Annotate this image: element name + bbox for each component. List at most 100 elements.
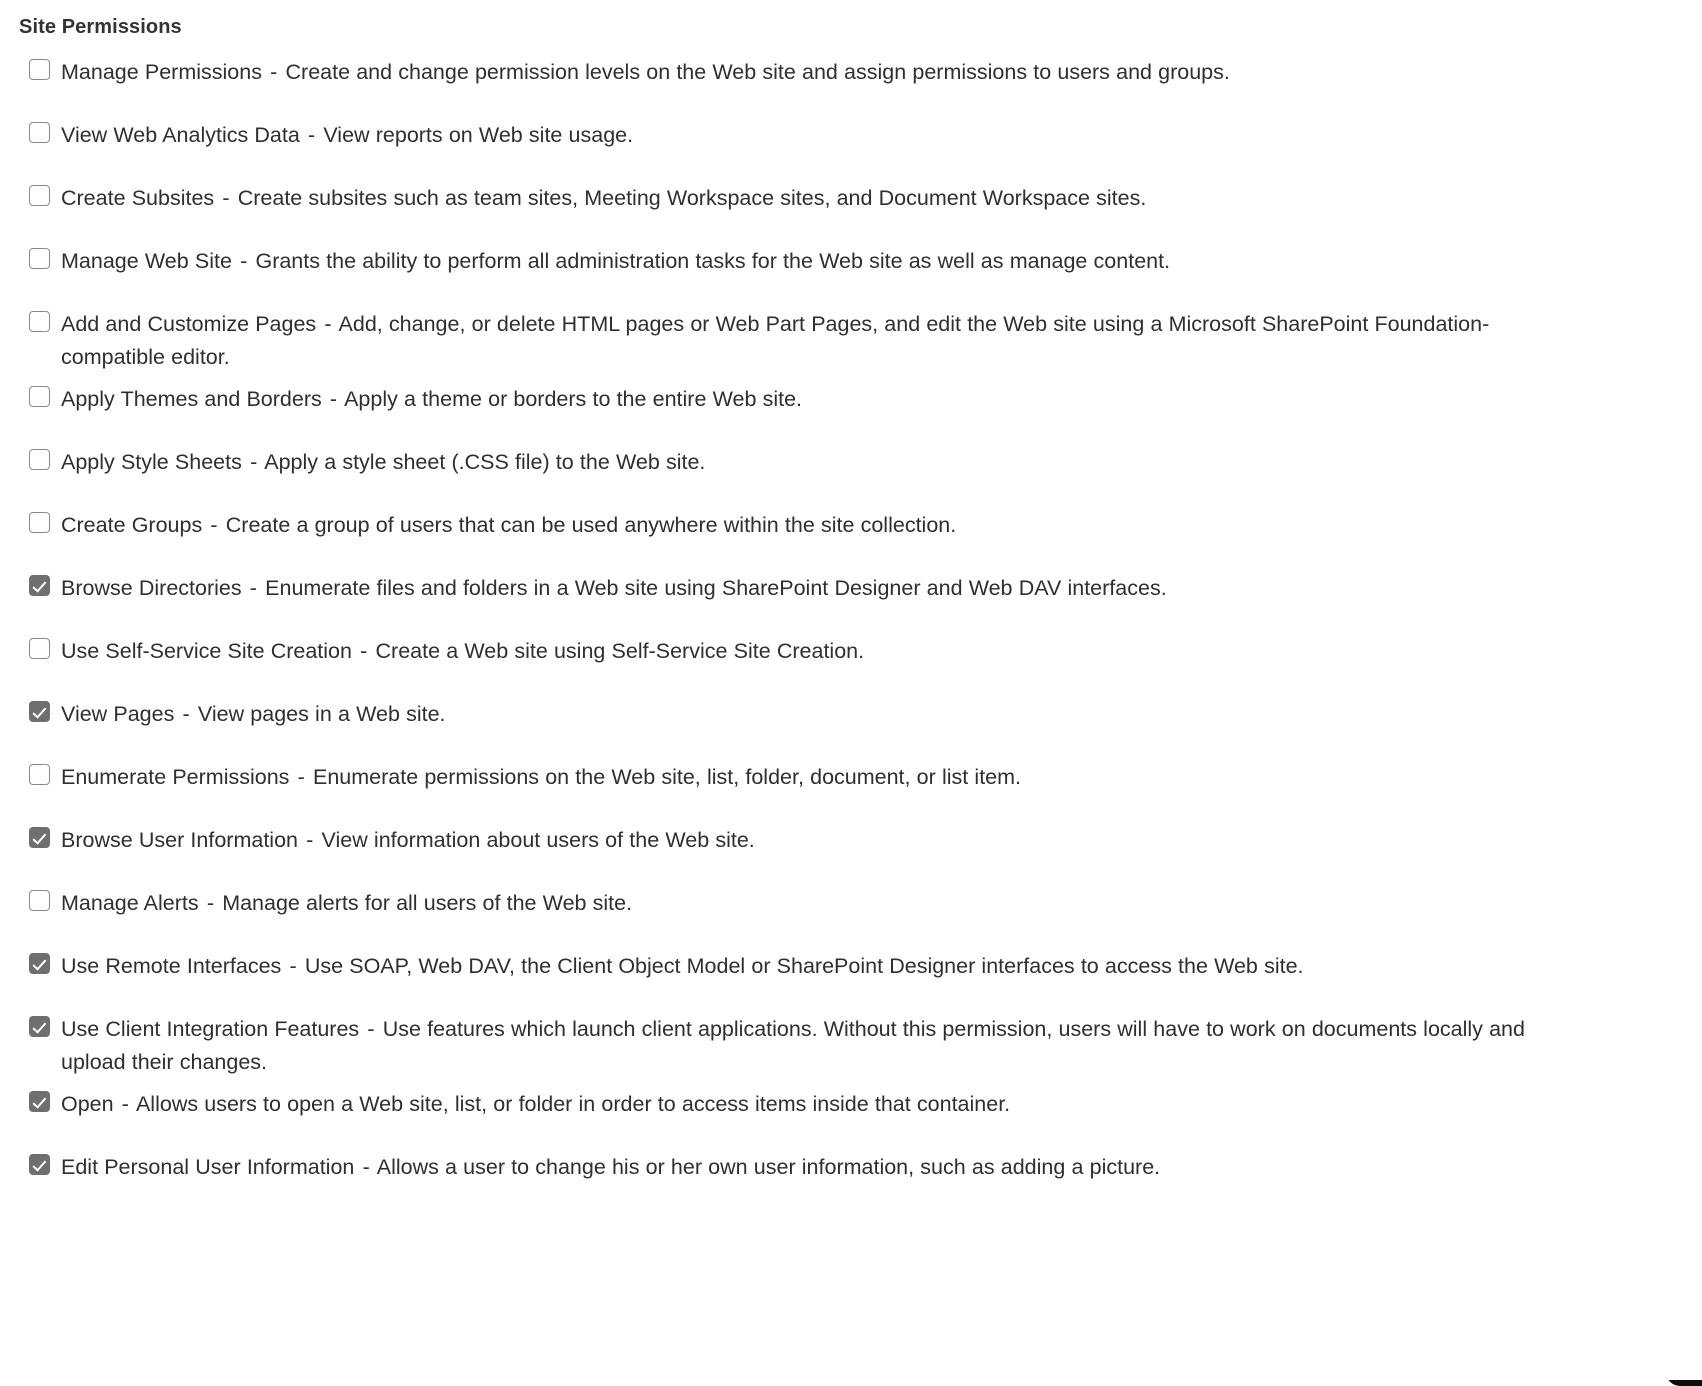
permission-name: Use Remote Interfaces	[61, 954, 282, 978]
permission-row[interactable]: Create Groups - Create a group of users …	[0, 500, 1702, 563]
checkbox-unchecked-icon[interactable]	[29, 449, 50, 470]
permission-separator: -	[250, 450, 258, 474]
permission-row[interactable]: Open - Allows users to open a Web site, …	[0, 1079, 1702, 1142]
permission-row[interactable]: Use Client Integration Features - Use fe…	[0, 1004, 1702, 1079]
checkbox-unchecked-icon[interactable]	[29, 185, 50, 206]
permission-description: Create subsites such as team sites, Meet…	[237, 186, 1147, 210]
permission-description: Create a Web site using Self-Service Sit…	[375, 639, 865, 663]
checkbox-unchecked-icon[interactable]	[29, 890, 50, 911]
permission-name: Use Client Integration Features	[61, 1017, 360, 1041]
permission-row[interactable]: Apply Themes and Borders - Apply a theme…	[0, 374, 1702, 437]
permission-name: View Pages	[61, 702, 175, 726]
checkbox-checked-icon[interactable]	[29, 827, 50, 848]
permission-row[interactable]: Use Remote Interfaces - Use SOAP, Web DA…	[0, 941, 1702, 1004]
checkbox-unchecked-icon[interactable]	[29, 248, 50, 269]
permission-row-content: Create Subsites - Create subsites such a…	[29, 173, 1702, 215]
permission-name: Manage Web Site	[61, 249, 232, 273]
permission-row[interactable]: View Pages - View pages in a Web site.	[0, 689, 1702, 752]
permissions-list: Manage Permissions - Create and change p…	[0, 47, 1702, 1205]
permission-row-content: Manage Permissions - Create and change p…	[29, 47, 1702, 89]
permission-separator: -	[240, 249, 248, 273]
permission-separator: -	[249, 576, 257, 600]
permission-separator: -	[324, 312, 332, 336]
permission-row-content: Use Remote Interfaces - Use SOAP, Web DA…	[29, 941, 1702, 983]
permission-description: View information about users of the Web …	[321, 828, 755, 852]
permission-description: Allows a user to change his or her own u…	[376, 1155, 1161, 1179]
checkbox-checked-icon[interactable]	[29, 1154, 50, 1175]
checkbox-unchecked-icon[interactable]	[29, 59, 50, 80]
permission-row[interactable]: Manage Alerts - Manage alerts for all us…	[0, 878, 1702, 941]
permission-row-content: Apply Themes and Borders - Apply a theme…	[29, 374, 1702, 416]
permission-row[interactable]: View Web Analytics Data - View reports o…	[0, 110, 1702, 173]
permission-separator: -	[306, 828, 314, 852]
permission-row[interactable]: Browse Directories - Enumerate files and…	[0, 563, 1702, 626]
permission-row-content: Edit Personal User Information - Allows …	[29, 1142, 1702, 1184]
permission-row-content: Use Self-Service Site Creation - Create …	[29, 626, 1702, 668]
page-title: Site Permissions	[19, 16, 182, 38]
permission-row[interactable]: Manage Web Site - Grants the ability to …	[0, 236, 1702, 299]
checkbox-checked-icon[interactable]	[29, 701, 50, 722]
permission-row[interactable]: Use Self-Service Site Creation - Create …	[0, 626, 1702, 689]
permission-row-content: View Web Analytics Data - View reports o…	[29, 110, 1702, 152]
permission-name: Use Self-Service Site Creation	[61, 639, 352, 663]
permission-row-content: Use Client Integration Features - Use fe…	[29, 1004, 1702, 1079]
permission-separator: -	[360, 639, 368, 663]
permission-row[interactable]: Add and Customize Pages - Add, change, o…	[0, 299, 1702, 374]
permission-text: Browse User Information - View informati…	[61, 824, 1702, 857]
checkbox-unchecked-icon[interactable]	[29, 764, 50, 785]
permission-name: Create Groups	[61, 513, 203, 537]
checkbox-checked-icon[interactable]	[29, 953, 50, 974]
checkbox-checked-icon[interactable]	[29, 1016, 50, 1037]
permission-row-content: Browse Directories - Enumerate files and…	[29, 563, 1702, 605]
permission-text: Manage Permissions - Create and change p…	[61, 56, 1702, 89]
permission-separator: -	[222, 186, 230, 210]
permission-separator: -	[362, 1155, 370, 1179]
checkbox-unchecked-icon[interactable]	[29, 638, 50, 659]
site-permissions-panel: Site Permissions Manage Permissions - Cr…	[0, 0, 1702, 1386]
checkbox-checked-icon[interactable]	[29, 1091, 50, 1112]
checkbox-unchecked-icon[interactable]	[29, 386, 50, 407]
permission-separator: -	[367, 1017, 375, 1041]
permission-row-content: Manage Alerts - Manage alerts for all us…	[29, 878, 1702, 920]
permission-separator: -	[289, 954, 297, 978]
permission-name: Manage Alerts	[61, 891, 199, 915]
permission-row[interactable]: Enumerate Permissions - Enumerate permis…	[0, 752, 1702, 815]
permission-description: Use SOAP, Web DAV, the Client Object Mod…	[304, 954, 1304, 978]
permission-separator: -	[210, 513, 218, 537]
permission-name: Create Subsites	[61, 186, 215, 210]
permission-description: Allows users to open a Web site, list, o…	[135, 1092, 1011, 1116]
permission-separator: -	[270, 60, 278, 84]
window-corner-artifact	[1650, 1308, 1702, 1386]
permission-text: Use Remote Interfaces - Use SOAP, Web DA…	[61, 950, 1702, 983]
permission-separator: -	[297, 765, 305, 789]
permission-separator: -	[206, 891, 214, 915]
permission-description: Manage alerts for all users of the Web s…	[222, 891, 633, 915]
permission-text: Apply Themes and Borders - Apply a theme…	[61, 383, 1702, 416]
permission-row-content: Open - Allows users to open a Web site, …	[29, 1079, 1702, 1121]
permission-name: Browse User Information	[61, 828, 298, 852]
permission-row[interactable]: Browse User Information - View informati…	[0, 815, 1702, 878]
permission-description: Enumerate permissions on the Web site, l…	[312, 765, 1022, 789]
permission-text: Enumerate Permissions - Enumerate permis…	[61, 761, 1702, 794]
permission-description: Apply a style sheet (.CSS file) to the W…	[264, 450, 706, 474]
permission-description: View reports on Web site usage.	[323, 123, 634, 147]
permission-row-content: Manage Web Site - Grants the ability to …	[29, 236, 1702, 278]
permission-separator: -	[308, 123, 316, 147]
permission-text: Edit Personal User Information - Allows …	[61, 1151, 1702, 1184]
permission-description: Create a group of users that can be used…	[225, 513, 957, 537]
checkbox-unchecked-icon[interactable]	[29, 122, 50, 143]
permission-row-content: Enumerate Permissions - Enumerate permis…	[29, 752, 1702, 794]
permission-separator: -	[329, 387, 338, 411]
checkbox-checked-icon[interactable]	[29, 575, 50, 596]
permission-row[interactable]: Manage Permissions - Create and change p…	[0, 47, 1702, 110]
checkbox-unchecked-icon[interactable]	[29, 512, 50, 533]
permission-row[interactable]: Create Subsites - Create subsites such a…	[0, 173, 1702, 236]
permission-row[interactable]: Edit Personal User Information - Allows …	[0, 1142, 1702, 1205]
permission-name: Browse Directories	[61, 576, 242, 600]
checkbox-unchecked-icon[interactable]	[29, 311, 50, 332]
permission-row-content: View Pages - View pages in a Web site.	[29, 689, 1702, 731]
permission-row[interactable]: Apply Style Sheets - Apply a style sheet…	[0, 437, 1702, 500]
permission-description: Create and change permission levels on t…	[285, 60, 1230, 84]
permission-text: Add and Customize Pages - Add, change, o…	[61, 308, 1702, 374]
permission-row-content: Browse User Information - View informati…	[29, 815, 1702, 857]
